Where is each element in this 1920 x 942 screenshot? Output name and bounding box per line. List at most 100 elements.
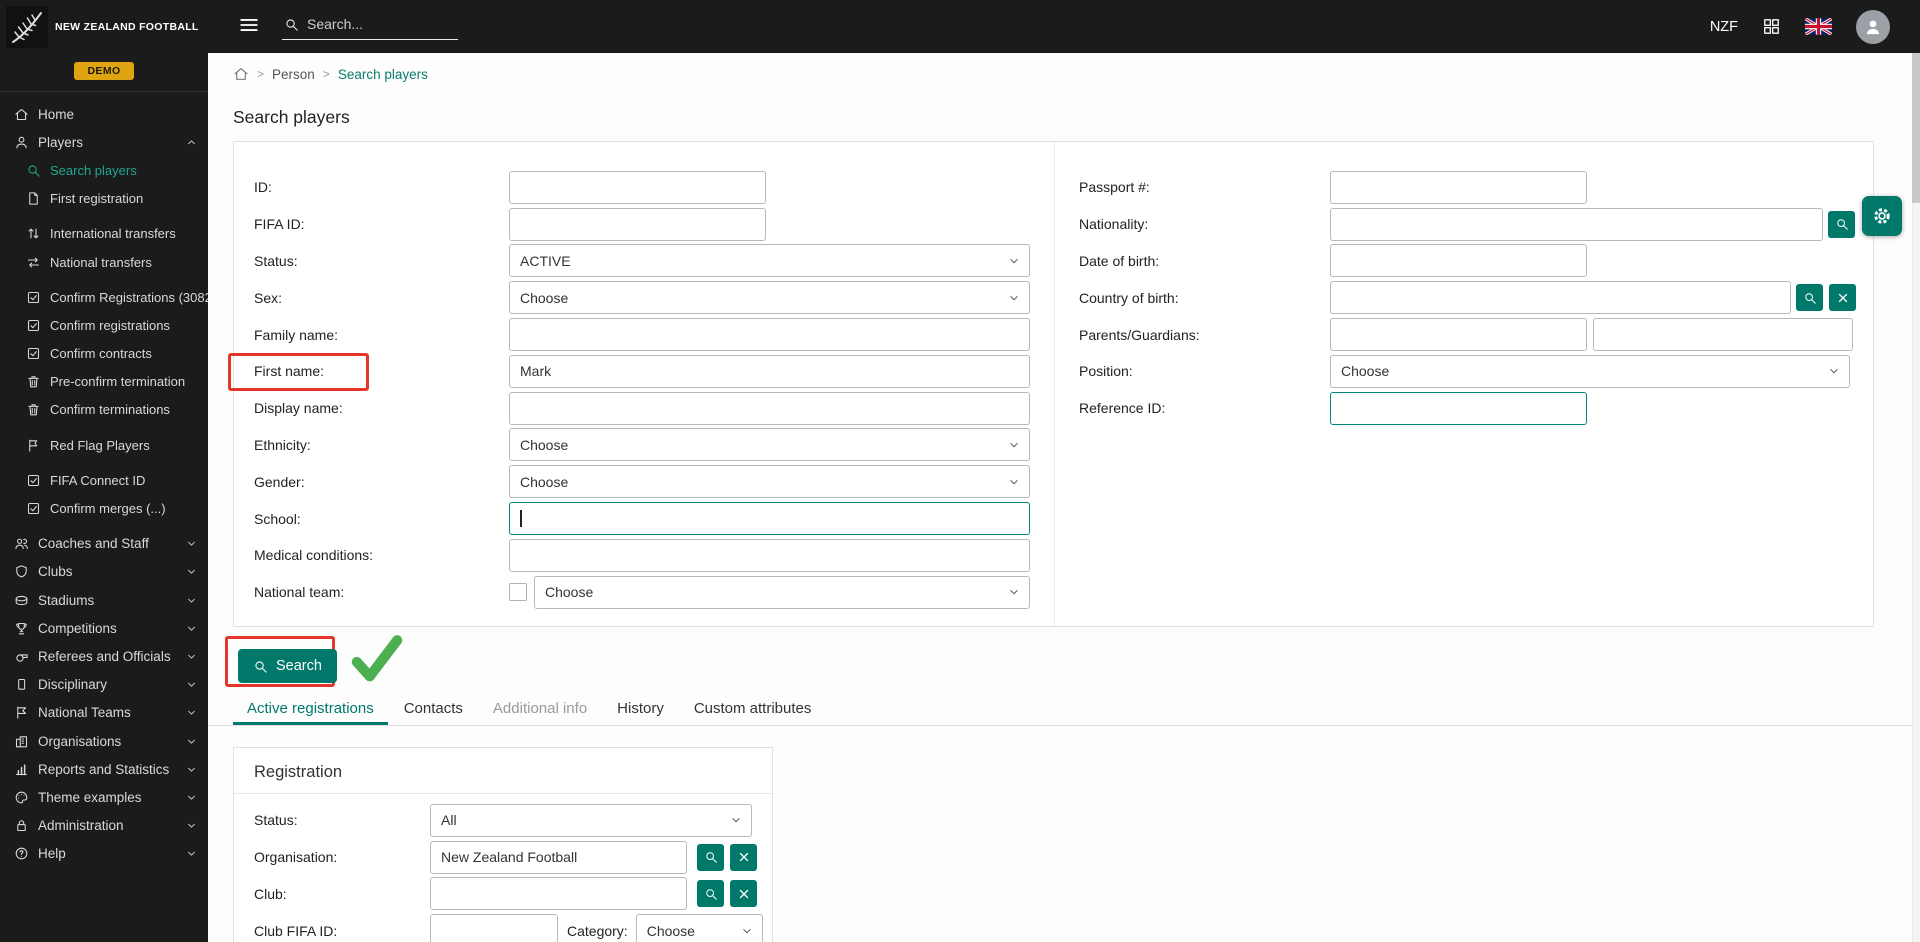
user-avatar[interactable] [1856,10,1890,44]
club-fifa-id-label: Club FIFA ID: [254,923,430,939]
annotation-green-checkmark [348,633,406,685]
sidebar-item-home[interactable]: Home [0,100,208,128]
sidebar-item-clubs[interactable]: Clubs [0,558,208,586]
sidebar-item-confirm-merges[interactable]: Confirm merges (...) [0,494,208,522]
sex-select[interactable]: Choose [509,281,1030,314]
sidebar-item-organisations[interactable]: Organisations [0,727,208,755]
sidebar-item-players[interactable]: Players [0,128,208,156]
sidebar-item-coaches-and-staff[interactable]: Coaches and Staff [0,530,208,558]
settings-flyout-button[interactable] [1862,196,1902,236]
sidebar-item-search-players[interactable]: Search players [0,156,208,184]
sidebar-item-national-teams[interactable]: National Teams [0,699,208,727]
status-select[interactable]: ACTIVE [509,244,1030,277]
id-input[interactable] [509,171,766,204]
menu-toggle-button[interactable] [236,14,262,40]
ethnicity-select[interactable]: Choose [509,428,1030,461]
sidebar-item-competitions[interactable]: Competitions [0,614,208,642]
parent-guardian-2-input[interactable] [1593,318,1853,351]
category-select[interactable]: Choose [636,914,763,942]
gender-select[interactable]: Choose [509,465,1030,498]
tab-history[interactable]: History [603,692,678,725]
close-icon [1836,291,1850,305]
tab-active-registrations[interactable]: Active registrations [233,692,388,725]
reference-id-input[interactable] [1330,392,1587,425]
club-search-button[interactable] [697,880,724,907]
sidebar-item-disciplinary[interactable]: Disciplinary [0,671,208,699]
scrollbar-thumb[interactable] [1912,53,1920,203]
global-search-input[interactable] [307,16,443,32]
vertical-scrollbar[interactable] [1912,53,1920,942]
search-button[interactable]: Search [238,649,337,683]
sidebar-item-confirm-terminations[interactable]: Confirm terminations [0,396,208,424]
tab-bar: Active registrations Contacts Additional… [208,692,1912,726]
search-icon [704,850,718,864]
trophy-icon [14,621,29,636]
building-icon [14,734,29,749]
sidebar-item-stadiums[interactable]: Stadiums [0,586,208,614]
breadcrumb-person[interactable]: Person [272,67,315,82]
sidebar-item-label: International transfers [50,226,176,241]
gender-label: Gender: [254,474,509,490]
home-icon[interactable] [233,66,249,82]
country-of-birth-clear-button[interactable] [1829,284,1856,311]
organisation-clear-button[interactable] [730,844,757,871]
sidebar-item-administration[interactable]: Administration [0,812,208,840]
nationality-input[interactable] [1330,208,1823,241]
national-team-select[interactable]: Choose [534,576,1030,609]
organisation-search-button[interactable] [697,844,724,871]
national-team-checkbox[interactable] [509,583,527,601]
sidebar-item-theme-examples[interactable]: Theme examples [0,783,208,811]
club-fifa-id-input[interactable] [430,914,558,942]
sidebar-item-red-flag-players[interactable]: Red Flag Players [0,431,208,459]
position-value: Choose [1341,363,1389,379]
club-clear-button[interactable] [730,880,757,907]
sidebar-item-reports-and-statistics[interactable]: Reports and Statistics [0,755,208,783]
flag-icon [26,438,41,453]
sidebar-item-international-transfers[interactable]: International transfers [0,220,208,248]
tab-additional-info[interactable]: Additional info [479,692,601,725]
nationality-search-button[interactable] [1828,211,1855,238]
registration-status-select[interactable]: All [430,804,752,837]
date-of-birth-input[interactable] [1330,244,1587,277]
passport-label: Passport #: [1079,179,1330,195]
sex-label: Sex: [254,290,509,306]
display-name-input[interactable] [509,392,1030,425]
club-input[interactable] [430,877,687,910]
school-input[interactable] [509,502,1030,535]
check-square-icon [26,473,41,488]
country-of-birth-search-button[interactable] [1796,284,1823,311]
sidebar-item-confirm-registrations-count[interactable]: Confirm Registrations (3082) [0,283,208,311]
sidebar-item-national-transfers[interactable]: National transfers [0,248,208,276]
organisation-input[interactable] [430,841,687,874]
tab-contacts[interactable]: Contacts [390,692,477,725]
tab-custom-attributes[interactable]: Custom attributes [680,692,826,725]
sidebar-item-referees-and-officials[interactable]: Referees and Officials [0,642,208,670]
sidebar-item-label: FIFA Connect ID [50,473,145,488]
language-flag-icon[interactable] [1805,18,1832,35]
position-select[interactable]: Choose [1330,355,1850,388]
fifa-id-input[interactable] [509,208,766,241]
sidebar-item-label: National transfers [50,255,152,270]
sidebar-item-pre-confirm-termination[interactable]: Pre-confirm termination [0,368,208,396]
demo-badge: DEMO [74,62,133,80]
home-icon [14,107,29,122]
sidebar-item-fifa-connect-id[interactable]: FIFA Connect ID [0,466,208,494]
arrows-vertical-icon [26,226,41,241]
national-team-label: National team: [254,584,509,600]
sidebar-item-help[interactable]: Help [0,840,208,868]
family-name-input[interactable] [509,318,1030,351]
sidebar-item-label: Red Flag Players [50,438,150,453]
country-of-birth-input[interactable] [1330,281,1791,314]
apps-grid-icon[interactable] [1762,17,1781,36]
sidebar-item-label: Confirm registrations [50,318,170,333]
passport-input[interactable] [1330,171,1587,204]
chevron-down-icon [185,791,198,804]
sidebar-item-label: Help [38,846,66,861]
sidebar-item-confirm-contracts[interactable]: Confirm contracts [0,340,208,368]
parent-guardian-1-input[interactable] [1330,318,1587,351]
sidebar-item-confirm-registrations[interactable]: Confirm registrations [0,311,208,339]
first-name-input[interactable] [509,355,1030,388]
page-title: Search players [233,107,350,128]
medical-conditions-input[interactable] [509,539,1030,572]
sidebar-item-first-registration[interactable]: First registration [0,185,208,213]
